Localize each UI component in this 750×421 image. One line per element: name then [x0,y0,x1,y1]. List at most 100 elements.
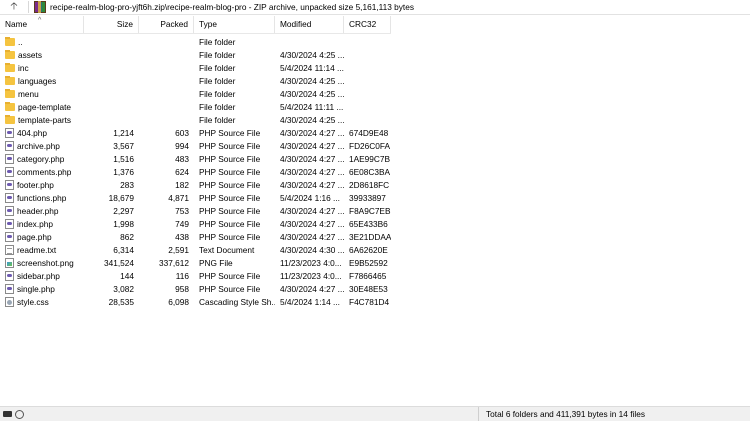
file-row[interactable]: languages File folder 4/30/2024 4:25 ... [0,74,391,87]
file-name-cell: category.php [0,153,84,164]
file-name: languages [18,75,57,86]
file-type: File folder [199,62,236,73]
column-header-packed[interactable]: Packed [139,16,194,33]
file-name-cell: functions.php [0,192,84,203]
file-name: template-parts [18,114,72,125]
file-packed: 182 [175,179,189,190]
file-name-cell: 404.php [0,127,84,138]
png-file-icon [5,257,14,268]
file-modified: 4/30/2024 4:27 ... [280,140,344,151]
file-crc32: 3E21DDAA [349,231,391,242]
file-row[interactable]: page-template File folder 5/4/2024 11:11 .… [0,100,391,113]
file-row[interactable]: category.php 1,516 483 PHP Source File 4/30/… [0,152,391,165]
file-size: 283 [120,179,134,190]
file-size: 1,516 [113,153,134,164]
file-row[interactable]: functions.php 18,679 4,871 PHP Source File 5… [0,191,391,204]
file-name-cell: screenshot.png [0,257,84,268]
file-list: .. File folder assets File folder 4/30/2024 … [0,35,391,308]
file-row[interactable]: index.php 1,998 749 PHP Source File 4/30/202… [0,217,391,230]
file-row[interactable]: page.php 862 438 PHP Source File 4/30/2024 4… [0,230,391,243]
file-row[interactable]: single.php 3,082 958 PHP Source File 4/30/20… [0,282,391,295]
column-header-crc32[interactable]: CRC32 [344,16,391,33]
file-row[interactable]: 404.php 1,214 603 PHP Source File 4/30/2024 … [0,126,391,139]
file-modified: 4/30/2024 4:27 ... [280,283,344,294]
file-crc32: F7866465 [349,270,387,281]
php-file-icon [5,270,14,281]
column-header-name[interactable]: Name ^ [0,16,84,33]
file-type: File folder [199,49,236,60]
file-modified: 4/30/2024 4:27 ... [280,231,344,242]
file-row[interactable]: .. File folder [0,35,391,48]
file-type: PHP Source File [199,283,261,294]
file-row[interactable]: screenshot.png 341,524 337,612 PNG File 11/2… [0,256,391,269]
file-name: style.css [17,296,49,307]
column-header-name-label: Name [5,19,28,29]
file-modified: 4/30/2024 4:27 ... [280,179,344,190]
file-crc32: E9B52592 [349,257,388,268]
folder-icon [5,75,15,85]
file-row[interactable]: template-parts File folder 4/30/2024 4:25 … [0,113,391,126]
file-type: File folder [199,75,236,86]
file-row[interactable]: comments.php 1,376 624 PHP Source File 4/30/… [0,165,391,178]
file-type: Text Document [199,244,255,255]
file-modified: 4/30/2024 4:27 ... [280,218,344,229]
file-name: header.php [17,205,59,216]
file-size: 18,679 [108,192,134,203]
file-crc32: 674D9E48 [349,127,389,138]
file-row[interactable]: assets File folder 4/30/2024 4:25 ... [0,48,391,61]
file-name: screenshot.png [17,257,74,268]
file-modified: 4/30/2024 4:27 ... [280,153,344,164]
file-crc32: 30E48E53 [349,283,388,294]
file-row[interactable]: footer.php 283 182 PHP Source File 4/30/2024… [0,178,391,191]
folder-icon [5,114,15,124]
file-row[interactable]: sidebar.php 144 116 PHP Source File 11/23/20… [0,269,391,282]
file-crc32: 65E433B6 [349,218,388,229]
file-name: 404.php [17,127,47,138]
column-header-type[interactable]: Type [194,16,275,33]
column-header-size[interactable]: Size [84,16,139,33]
file-size: 28,535 [108,296,134,307]
file-row[interactable]: menu File folder 4/30/2024 4:25 ... [0,87,391,100]
key-icon[interactable] [15,409,24,419]
status-bar: Total 6 folders and 411,391 bytes in 14 … [0,406,750,421]
archive-path[interactable]: recipe-realm-blog-pro-yjft6h.zip\recipe-… [50,2,414,12]
file-packed: 2,591 [168,244,189,255]
file-name-cell: page.php [0,231,84,242]
file-modified: 4/30/2024 4:25 ... [280,75,344,86]
divider [28,1,29,13]
file-row[interactable]: inc File folder 5/4/2024 11:14 ... [0,61,391,74]
file-type: PHP Source File [199,166,261,177]
php-file-icon [5,153,14,164]
php-file-icon [5,140,14,151]
php-file-icon [5,205,14,216]
php-file-icon [5,218,14,229]
php-file-icon [5,192,14,203]
file-packed: 483 [175,153,189,164]
file-modified: 11/23/2023 4:0... [280,257,342,268]
file-crc32: F4C781D4 [349,296,390,307]
file-size: 144 [120,270,134,281]
file-size: 6,314 [113,244,134,255]
doc-file-icon [5,244,14,255]
file-size: 3,567 [113,140,134,151]
file-crc32: 1AE99C7B [349,153,391,164]
file-row[interactable]: readme.txt 6,314 2,591 Text Document 4/30/20… [0,243,391,256]
file-name-cell: assets [0,49,84,60]
file-name-cell: menu [0,88,84,99]
file-packed: 749 [175,218,189,229]
file-name: menu [18,88,39,99]
file-packed: 116 [175,270,189,281]
file-modified: 4/30/2024 4:27 ... [280,127,344,138]
file-packed: 603 [175,127,189,138]
drive-icon[interactable] [3,411,12,417]
file-row[interactable]: archive.php 3,567 994 PHP Source File 4/30/2… [0,139,391,152]
status-total: Total 6 folders and 411,391 bytes in 14 … [486,409,645,419]
file-modified: 5/4/2024 1:14 ... [280,296,340,307]
file-row[interactable]: header.php 2,297 753 PHP Source File 4/30/20… [0,204,391,217]
file-type: File folder [199,88,236,99]
file-crc32: 6E08C3BA [349,166,391,177]
file-row[interactable]: style.css 28,535 6,098 Cascading Style Sh..… [0,295,391,308]
folder-icon [5,36,15,46]
column-header-modified[interactable]: Modified [275,16,344,33]
up-arrow-icon[interactable]: 🡡 [0,0,28,14]
